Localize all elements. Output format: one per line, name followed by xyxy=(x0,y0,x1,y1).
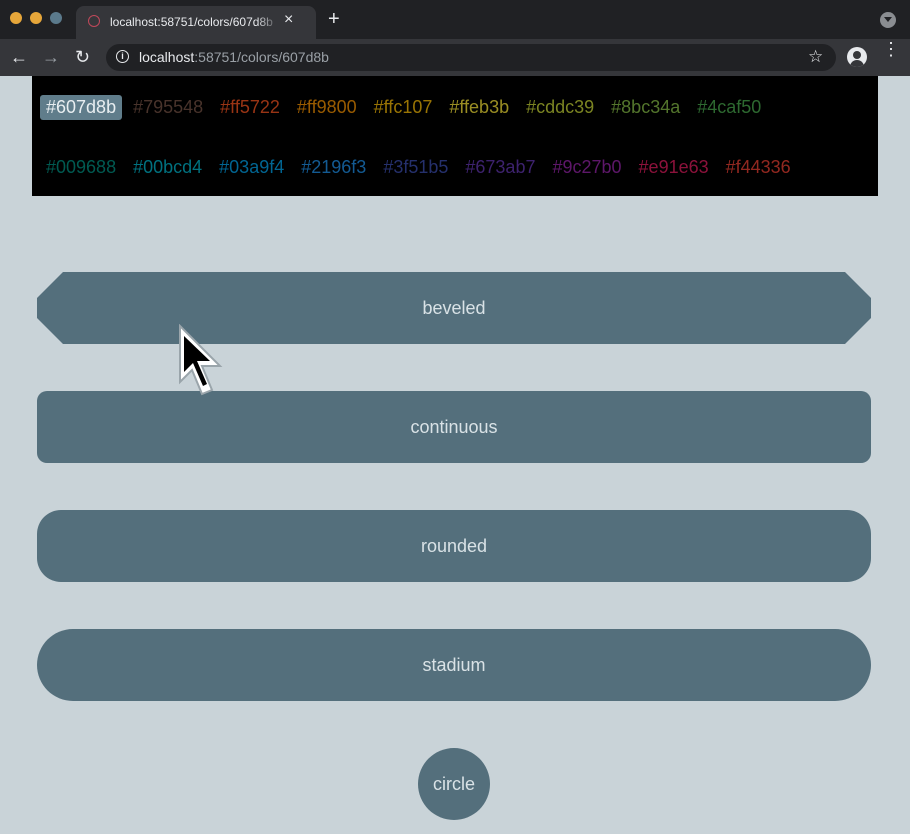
color-chip[interactable]: #ff5722 xyxy=(214,95,286,120)
browser-toolbar: ← → ↻ i localhost:58751/colors/607d8b ☆ xyxy=(0,39,910,76)
color-row-2: #009688 #00bcd4 #03a9f4 #2196f3 #3f51b5 #673a… xyxy=(40,154,802,180)
tab-search-icon[interactable] xyxy=(880,12,896,28)
color-chip[interactable]: #cddc39 xyxy=(520,95,600,120)
color-chip[interactable]: #2196f3 xyxy=(295,155,372,180)
new-tab-icon[interactable]: + xyxy=(328,8,340,30)
browser-tab[interactable]: localhost:58751/colors/607d8b × xyxy=(76,6,316,39)
back-icon[interactable]: ← xyxy=(10,47,28,67)
favicon-icon xyxy=(88,15,100,27)
beveled-button[interactable]: beveled xyxy=(37,272,871,344)
url-path: :58751/colors/607d8b xyxy=(194,49,329,65)
color-row-1: #607d8b #795548 #ff5722 #ff9800 #ffc107 #ffeb… xyxy=(40,94,772,120)
tab-strip: localhost:58751/colors/607d8b × + xyxy=(0,0,910,39)
close-window-button[interactable] xyxy=(10,12,22,24)
color-chip[interactable]: #ffc107 xyxy=(368,95,439,120)
forward-icon[interactable]: → xyxy=(42,47,60,67)
color-chip[interactable]: #9c27b0 xyxy=(546,155,627,180)
close-icon[interactable]: × xyxy=(284,12,293,28)
color-chip[interactable]: #03a9f4 xyxy=(213,155,290,180)
circle-button[interactable]: circle xyxy=(418,748,490,820)
stadium-button[interactable]: stadium xyxy=(37,629,871,701)
color-chip[interactable]: #ff9800 xyxy=(291,95,363,120)
rounded-button[interactable]: rounded xyxy=(37,510,871,582)
color-chip[interactable]: #4caf50 xyxy=(691,95,767,120)
color-chip[interactable]: #607d8b xyxy=(40,94,123,120)
zoom-window-button[interactable] xyxy=(50,12,62,24)
profile-icon[interactable] xyxy=(847,47,867,67)
reload-icon[interactable]: ↻ xyxy=(75,47,90,67)
color-chip[interactable]: #673ab7 xyxy=(459,155,541,180)
address-bar[interactable]: i localhost:58751/colors/607d8b ☆ xyxy=(106,44,836,71)
url-host: localhost xyxy=(139,49,195,65)
minimize-window-button[interactable] xyxy=(30,12,42,24)
color-chip[interactable]: #795548 xyxy=(127,95,209,120)
color-chip[interactable]: #ffeb3b xyxy=(443,95,515,120)
color-chip[interactable]: #f44336 xyxy=(720,155,797,180)
color-chip[interactable]: #00bcd4 xyxy=(127,155,208,180)
bookmark-star-icon[interactable]: ☆ xyxy=(808,47,823,67)
tab-title: localhost:58751/colors/607d8b xyxy=(110,15,280,29)
color-chip[interactable]: #3f51b5 xyxy=(377,155,454,180)
info-icon[interactable]: i xyxy=(116,50,129,63)
color-chip[interactable]: #e91e63 xyxy=(633,155,715,180)
color-strip: #607d8b #795548 #ff5722 #ff9800 #ffc107 #ffeb… xyxy=(32,76,878,196)
continuous-button[interactable]: continuous xyxy=(37,391,871,463)
mouse-cursor-icon xyxy=(179,324,223,396)
color-chip[interactable]: #8bc34a xyxy=(605,95,686,120)
color-chip[interactable]: #009688 xyxy=(40,155,122,180)
menu-icon[interactable]: ⋮ xyxy=(882,40,900,58)
url-text[interactable]: localhost:58751/colors/607d8b xyxy=(139,49,329,65)
